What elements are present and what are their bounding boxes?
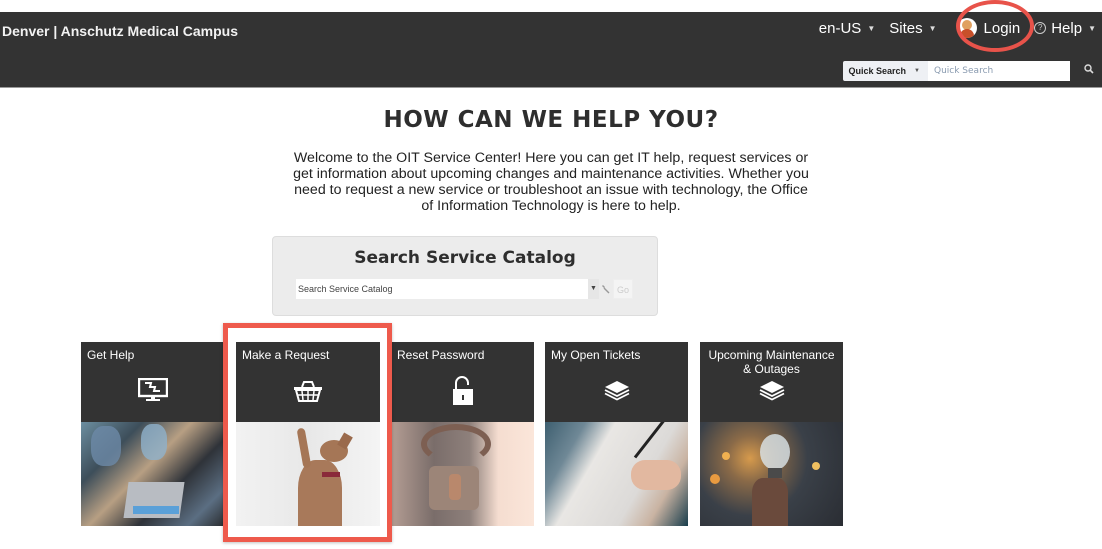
login-button[interactable]: Login xyxy=(956,18,1021,38)
site-header: Denver | Anschutz Medical Campus en-US ▼… xyxy=(0,12,1102,88)
intro-text: Welcome to the OIT Service Center! Here … xyxy=(293,150,809,214)
tile-header: Get Help xyxy=(81,342,224,422)
quick-search-input[interactable] xyxy=(928,61,1070,81)
caret-down-icon: ▼ xyxy=(1088,23,1096,33)
layers-icon xyxy=(759,380,785,405)
tile-header: Upcoming Maintenance & Outages xyxy=(700,342,843,422)
top-strip xyxy=(0,0,1102,12)
quick-search: Quick Search ▼ xyxy=(842,61,1094,81)
catalog-search-row: ▼ Go xyxy=(296,279,633,299)
tile-label: My Open Tickets xyxy=(551,348,641,362)
login-label: Login xyxy=(983,19,1021,37)
tile-header: Make a Request xyxy=(236,342,380,422)
main-content: HOW CAN WE HELP YOU? Welcome to the OIT … xyxy=(0,107,1102,214)
wrench-icon[interactable] xyxy=(599,279,613,299)
tile-get-help[interactable]: Get Help xyxy=(81,342,224,526)
tile-reset-password[interactable]: Reset Password xyxy=(391,342,534,526)
service-catalog-search: Search Service Catalog ▼ Go xyxy=(272,236,658,316)
help-label: Help xyxy=(1051,19,1083,37)
caret-down-icon: ▼ xyxy=(914,68,920,74)
tile-header: My Open Tickets xyxy=(545,342,688,422)
brand-title[interactable]: Denver | Anschutz Medical Campus xyxy=(2,23,238,39)
page-title: HOW CAN WE HELP YOU? xyxy=(383,107,719,133)
catalog-search-input[interactable] xyxy=(296,279,588,299)
language-label: en-US xyxy=(818,19,862,37)
tile-upcoming-maintenance[interactable]: Upcoming Maintenance & Outages xyxy=(700,342,843,526)
tile-make-a-request[interactable]: Make a Request xyxy=(236,342,380,526)
tile-image-checklist xyxy=(545,422,688,526)
tile-image-people-laptop xyxy=(81,422,224,526)
tile-label: Upcoming Maintenance & Outages xyxy=(708,348,835,376)
caret-down-icon: ▼ xyxy=(928,23,937,33)
tile-label: Reset Password xyxy=(397,348,485,362)
catalog-go-button[interactable]: Go xyxy=(613,279,633,299)
quick-search-scope-label: Quick Search xyxy=(848,66,907,76)
layers-icon xyxy=(604,380,630,405)
top-nav: en-US ▼ Sites ▼ Login ? Help ▼ xyxy=(819,18,1102,38)
tile-image-dog xyxy=(236,422,380,526)
sites-menu[interactable]: Sites ▼ xyxy=(889,20,936,37)
tile-my-open-tickets[interactable]: My Open Tickets xyxy=(545,342,688,526)
tile-image-padlock xyxy=(391,422,534,526)
tile-label: Get Help xyxy=(87,348,135,362)
broken-monitor-icon xyxy=(137,377,168,405)
help-circle-icon: ? xyxy=(1034,22,1047,34)
tile-header: Reset Password xyxy=(391,342,534,422)
quick-search-scope-dropdown[interactable]: Quick Search ▼ xyxy=(842,61,928,81)
tile-image-lightbulb xyxy=(700,422,843,526)
sites-label: Sites xyxy=(889,19,923,37)
catalog-dropdown-button[interactable]: ▼ xyxy=(588,279,599,299)
basket-icon xyxy=(293,380,323,405)
caret-down-icon: ▼ xyxy=(867,23,876,33)
catalog-title: Search Service Catalog xyxy=(354,248,576,268)
user-avatar-icon xyxy=(956,18,977,38)
language-menu[interactable]: en-US ▼ xyxy=(819,20,875,37)
search-icon[interactable] xyxy=(1084,64,1094,74)
unlocked-padlock-icon xyxy=(452,376,474,409)
help-menu[interactable]: ? Help ▼ xyxy=(1034,20,1096,37)
tile-label: Make a Request xyxy=(242,348,330,362)
